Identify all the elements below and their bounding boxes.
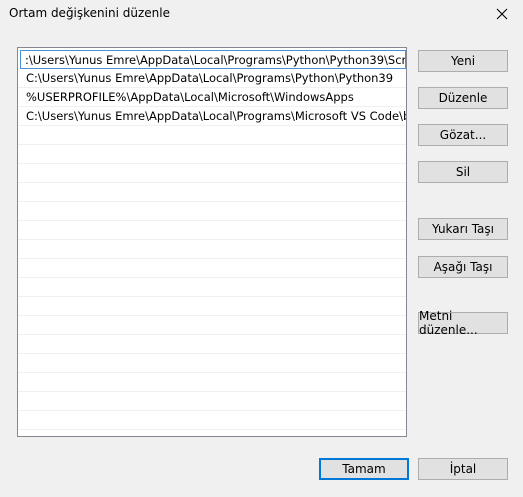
empty-row [18,373,406,392]
list-item[interactable]: C:\Users\Yunus Emre\AppData\Local\Progra… [18,107,406,126]
empty-row [18,335,406,354]
empty-row [18,411,406,430]
close-icon [496,8,508,20]
edit-button[interactable]: Düzenle [418,87,508,109]
list-item[interactable]: %USERPROFILE%\AppData\Local\Microsoft\Wi… [18,88,406,107]
empty-row [18,240,406,259]
empty-row [18,183,406,202]
empty-row [18,202,406,221]
cancel-button[interactable]: İptal [418,458,508,480]
close-button[interactable] [490,4,514,24]
empty-row [18,297,406,316]
move-up-button[interactable]: Yukarı Taşı [418,218,508,240]
move-down-button[interactable]: Aşağı Taşı [418,256,508,278]
empty-row [18,145,406,164]
empty-row [18,278,406,297]
browse-button[interactable]: Gözat... [418,124,508,146]
list-item[interactable]: C:\Users\Yunus Emre\AppData\Local\Progra… [18,69,406,88]
empty-row [18,392,406,411]
edit-text-button[interactable]: Metni düzenle... [418,309,508,337]
empty-row [18,164,406,183]
empty-row [18,316,406,335]
new-button[interactable]: Yeni [418,50,508,72]
ok-button[interactable]: Tamam [319,458,409,480]
empty-row [18,259,406,278]
list-item-edit-field[interactable]: :\Users\Yunus Emre\AppData\Local\Program… [20,50,406,69]
delete-button[interactable]: Sil [418,161,508,183]
dialog-title: Ortam değişkenini düzenle [9,6,170,20]
empty-row [18,354,406,373]
empty-row [18,221,406,240]
empty-row [18,126,406,145]
path-list[interactable]: :\Users\Yunus Emre\AppData\Local\Program… [17,47,407,437]
